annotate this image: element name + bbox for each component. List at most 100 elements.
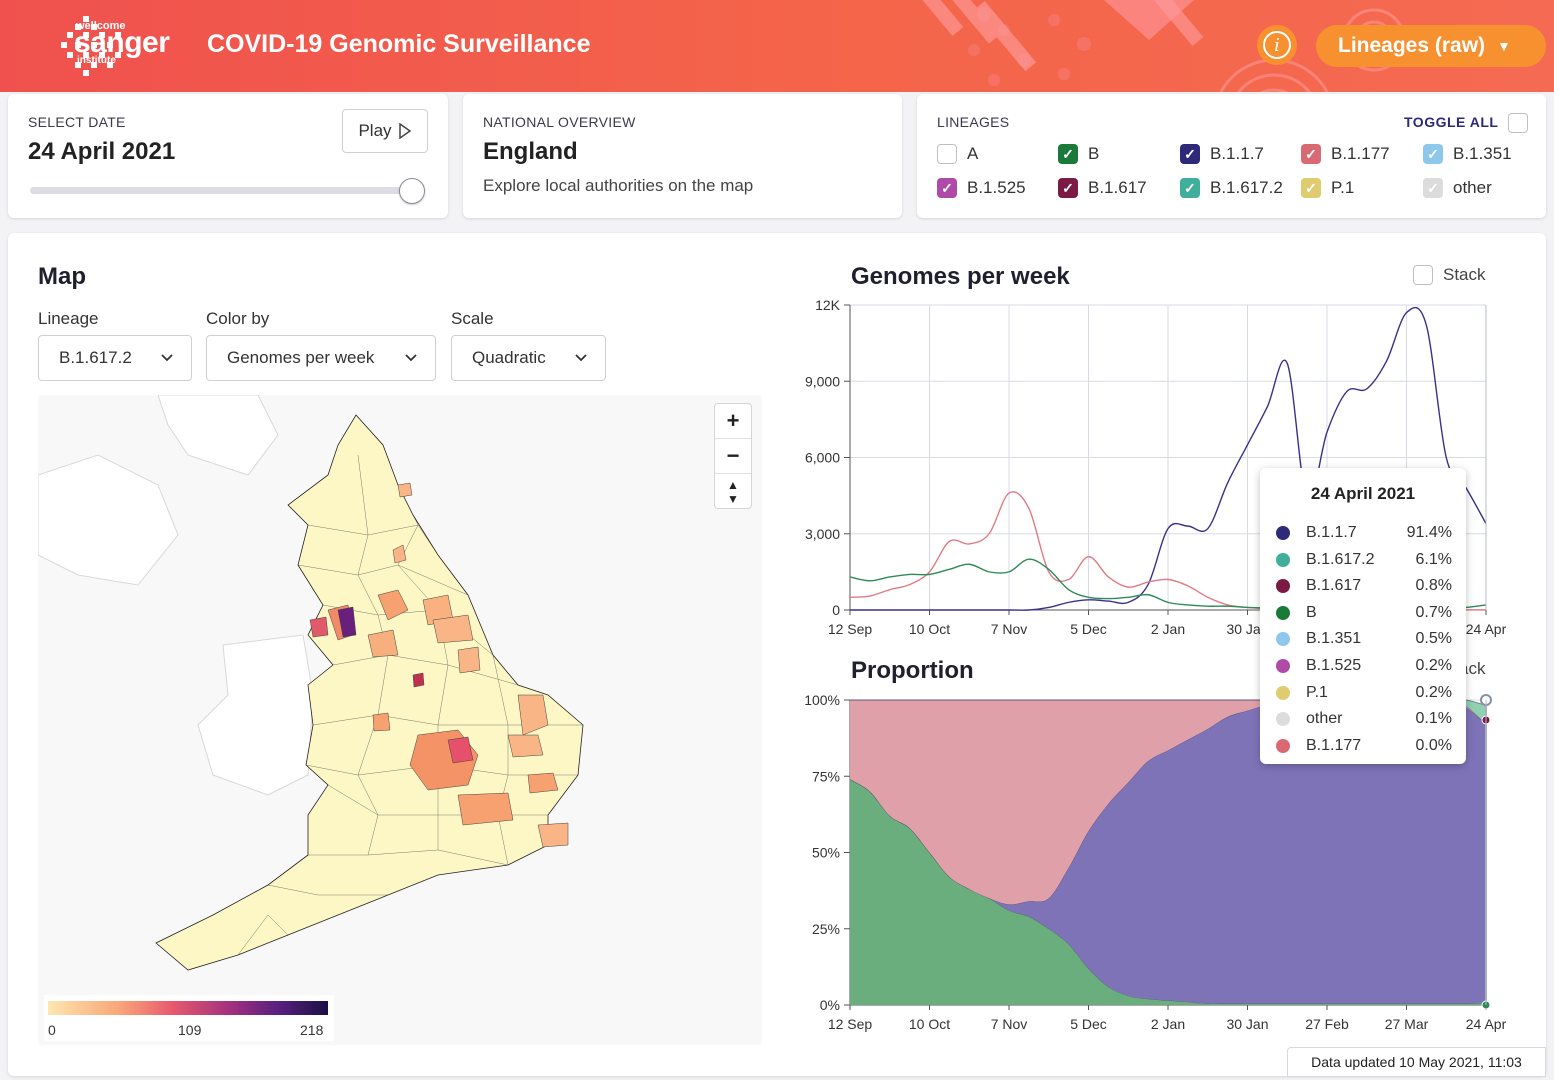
tooltip-row: B.1.525 0.2%: [1276, 653, 1452, 679]
proportion-x-tick: 30 Jan: [1226, 1016, 1268, 1032]
color-by-select[interactable]: Genomes per week: [206, 335, 436, 381]
genomes-x-tick: 7 Nov: [991, 621, 1028, 637]
lineage-select[interactable]: B.1.617.2: [38, 335, 192, 381]
scale-select-label: Scale: [451, 309, 494, 328]
lineage-toggle-b-1-525[interactable]: ✓ B.1.525: [937, 178, 1026, 198]
info-icon: i: [1263, 31, 1291, 59]
data-updated-note: Data updated 10 May 2021, 11:03: [1287, 1047, 1546, 1077]
proportion-x-tick: 12 Sep: [828, 1016, 873, 1032]
lineage-toggle-b[interactable]: ✓ B: [1058, 144, 1099, 164]
tooltip-row: B 0.7%: [1276, 600, 1452, 626]
genomes-stack-toggle[interactable]: Stack: [1413, 265, 1486, 285]
tooltip-lineage: B.1.1.7: [1306, 524, 1357, 541]
lineage-label: B: [1088, 144, 1100, 163]
tooltip-lineage: B.1.177: [1306, 736, 1362, 754]
map-canvas[interactable]: [38, 395, 762, 1045]
lineage-toggle-b-1-1-7[interactable]: ✓ B.1.1.7: [1180, 144, 1264, 164]
compass-icon: ▲ ▼: [727, 477, 739, 506]
lineage-toggle-b-1-351[interactable]: ✓ B.1.351: [1423, 144, 1512, 164]
tooltip-dot: [1276, 632, 1290, 647]
lineage-toggle-a[interactable]: A: [937, 144, 978, 164]
map-zoom-controls: + − ▲ ▼: [714, 403, 752, 509]
proportion-x-tick: 27 Mar: [1385, 1016, 1429, 1032]
proportion-x-tick: 27 Feb: [1305, 1016, 1349, 1032]
lineage-checkbox[interactable]: ✓: [1180, 144, 1200, 164]
proportion-chart-title: Proportion: [851, 657, 974, 684]
play-button[interactable]: Play: [342, 109, 428, 153]
tooltip-value: 0.0%: [1415, 736, 1452, 754]
selected-date: 24 April 2021: [28, 138, 176, 165]
lineage-checkbox[interactable]: ✓: [1180, 178, 1200, 198]
lineage-label: B.1.177: [1331, 144, 1390, 163]
tooltip-row: other 0.1%: [1276, 706, 1452, 732]
toggle-all-link[interactable]: TOGGLE ALL: [1404, 114, 1498, 130]
tooltip-lineage: B.1.525: [1306, 657, 1362, 674]
legend-min: 0: [48, 1022, 56, 1038]
lineage-toggle-b-1-617-2[interactable]: ✓ B.1.617.2: [1180, 178, 1283, 198]
mode-label: Lineages (raw): [1338, 34, 1486, 57]
lineage-select-value: B.1.617.2: [59, 348, 132, 367]
scale-select-value: Quadratic: [472, 348, 546, 367]
date-slider-handle[interactable]: [399, 178, 425, 204]
england-outline: [155, 414, 584, 971]
tooltip-lineage: other: [1306, 710, 1343, 728]
lineage-label: B.1.351: [1453, 144, 1512, 163]
lineage-toggle-b-1-617[interactable]: ✓ B.1.617: [1058, 178, 1147, 198]
tooltip-lineage: B.1.617.2: [1306, 550, 1375, 568]
lineage-label: P.1: [1331, 178, 1355, 197]
toggle-all-checkbox[interactable]: [1508, 113, 1528, 133]
chevron-down-icon: [161, 354, 173, 362]
genomes-stack-checkbox[interactable]: [1413, 265, 1433, 285]
lineage-checkbox[interactable]: ✓: [1058, 144, 1078, 164]
lineage-checkbox[interactable]: ✓: [937, 178, 957, 198]
lineage-checkbox[interactable]: ✓: [1058, 178, 1078, 198]
map-title: Map: [38, 263, 86, 290]
zoom-out-button[interactable]: −: [715, 439, 751, 474]
scale-select[interactable]: Quadratic: [451, 335, 606, 381]
legend-gradient: [48, 1001, 328, 1015]
proportion-y-tick: 75%: [812, 768, 840, 784]
chart-tooltip: 24 April 2021 B.1.1.7 91.4% B.1.617.2 6.1% B…: [1260, 468, 1466, 764]
genomes-y-tick: 0: [832, 602, 840, 618]
lineage-checkbox[interactable]: [937, 144, 957, 164]
info-button[interactable]: i: [1257, 25, 1297, 65]
tooltip-lineage: B: [1306, 603, 1317, 621]
color-select-value: Genomes per week: [227, 348, 375, 367]
date-label: SELECT DATE: [28, 114, 126, 130]
lineage-label: B.1.617: [1088, 178, 1147, 197]
lineage-toggle-other[interactable]: ✓ other: [1423, 178, 1492, 198]
mode-dropdown-button[interactable]: Lineages (raw) ▼: [1316, 25, 1546, 67]
lineage-toggle-p-1[interactable]: ✓ P.1: [1301, 178, 1354, 198]
chevron-down-icon: [575, 354, 587, 362]
tooltip-value: 91.4%: [1406, 524, 1452, 541]
genomes-x-tick: 24 Apr: [1466, 621, 1507, 637]
tooltip-dot: [1276, 605, 1290, 620]
tooltip-title: 24 April 2021: [1310, 484, 1416, 503]
play-label: Play: [358, 121, 392, 140]
legend-max: 218: [300, 1022, 324, 1038]
reset-north-button[interactable]: ▲ ▼: [715, 474, 751, 509]
lineage-toggle-b-1-177[interactable]: ✓ B.1.177: [1301, 144, 1390, 164]
lineage-checkbox[interactable]: ✓: [1423, 178, 1443, 198]
date-slider-track[interactable]: [30, 187, 414, 194]
overview-hint: Explore local authorities on the map: [483, 176, 754, 195]
tooltip-dot: [1276, 526, 1290, 540]
lineage-label: B.1.1.7: [1210, 144, 1264, 163]
legend-mid: 109: [178, 1022, 202, 1038]
app-title: COVID-19 Genomic Surveillance: [207, 30, 591, 58]
wales-region: [197, 634, 314, 796]
zoom-in-button[interactable]: +: [715, 404, 751, 439]
proportion-x-tick: 24 Apr: [1466, 1016, 1507, 1032]
proportion-y-tick: 25%: [812, 921, 840, 937]
england-map[interactable]: + − ▲ ▼ 0 109 218: [38, 395, 762, 1045]
lineage-checkbox[interactable]: ✓: [1301, 144, 1321, 164]
genomes-x-tick: 10 Oct: [909, 621, 950, 637]
lineage-checkbox[interactable]: ✓: [1423, 144, 1443, 164]
genomes-x-tick: 12 Sep: [828, 621, 873, 637]
tooltip-value: 0.5%: [1415, 630, 1452, 648]
lineage-checkbox[interactable]: ✓: [1301, 178, 1321, 198]
genomes-y-tick: 6,000: [805, 450, 840, 466]
genomes-chart-title: Genomes per week: [851, 263, 1070, 290]
tooltip-row: B.1.617 0.8%: [1276, 573, 1452, 599]
tooltip-row: B.1.177 0.0%: [1276, 733, 1452, 759]
